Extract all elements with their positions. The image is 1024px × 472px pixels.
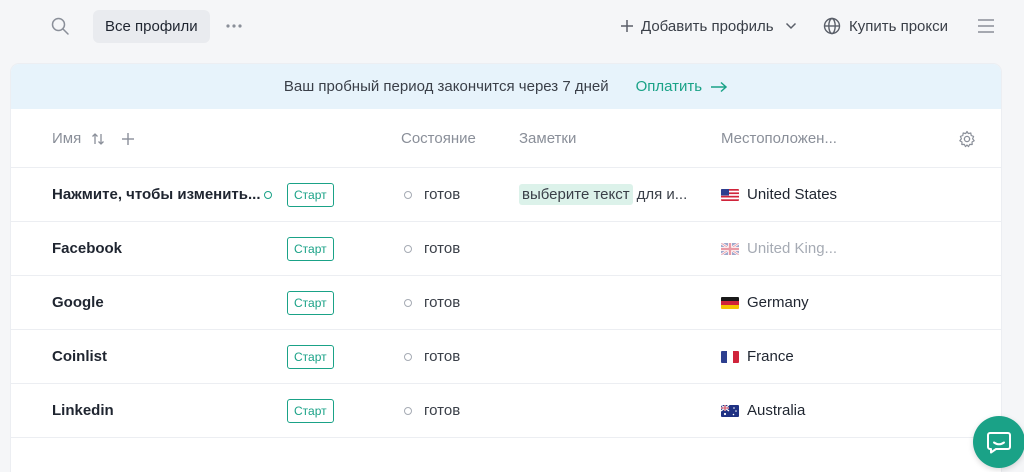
de-flag-icon [721,296,739,309]
buy-proxy-button[interactable]: Купить прокси [823,14,948,38]
start-button[interactable]: Старт [287,398,334,423]
table-row[interactable]: Coinlist Старт готов France [11,330,1001,384]
plus-icon [621,20,633,32]
profile-state: готов [404,384,460,437]
add-profile-button[interactable]: Добавить профиль [620,14,797,38]
profile-location[interactable]: Germany [721,276,809,329]
status-dot [404,244,412,253]
uk-flag-icon [721,242,739,255]
profile-state: готов [404,168,460,221]
fr-flag-icon [721,350,739,363]
profile-name[interactable]: Coinlist [52,330,262,383]
profile-location[interactable]: France [721,330,794,383]
sort-icon[interactable] [91,132,105,146]
profile-name[interactable]: Google [52,276,262,329]
table-row[interactable]: Linkedin Старт готов Australia [11,384,1001,438]
support-chat-button[interactable] [973,416,1024,468]
profile-state: готов [404,330,460,383]
location-label: United States [747,186,838,203]
start-button[interactable]: Старт [287,182,334,207]
arrow-right-icon [711,81,728,92]
header-location[interactable]: Местоположен... [721,109,837,168]
chat-icon [987,432,1011,454]
table-row[interactable]: Google Старт готов Germany [11,276,1001,330]
chevron-down-icon[interactable] [785,22,797,30]
trial-banner-text: Ваш пробный период закончится через 7 дн… [283,78,609,95]
status-dot [404,190,412,199]
table-header: Имя Состояние Заметки Местоположен... [11,109,1001,168]
trial-banner: Ваш пробный период закончится через 7 дн… [11,64,1001,109]
search-icon[interactable] [48,14,72,38]
more-icon[interactable] [222,14,246,38]
all-profiles-tab[interactable]: Все профили [93,10,210,43]
note-text: для и... [636,186,688,203]
us-flag-icon [721,188,739,201]
buy-proxy-label: Купить прокси [849,17,949,35]
start-button[interactable]: Старт [287,236,334,261]
location-label: Australia [747,402,806,419]
profile-name[interactable]: Facebook [52,222,262,275]
profile-name[interactable]: Linkedin [52,384,262,437]
status-dot [404,406,412,415]
location-label: France [747,348,794,365]
start-button[interactable]: Старт [287,290,334,315]
profiles-card: Ваш пробный период закончится через 7 дн… [11,64,1001,472]
note-highlight: выберите текст [519,184,633,205]
au-flag-icon [721,404,739,417]
gear-icon[interactable] [957,109,977,168]
status-dot [404,298,412,307]
profile-name[interactable]: Нажмите, чтобы изменить... [52,168,262,221]
profile-location[interactable]: United King... [721,222,837,275]
plus-icon[interactable] [121,132,135,146]
header-state[interactable]: Состояние [401,109,476,168]
profile-location[interactable]: United States [721,168,837,221]
top-toolbar: Все профили Добавить профиль Купить прок… [0,0,1024,52]
profile-state: готов [404,222,460,275]
location-label: Germany [747,294,809,311]
state-label: готов [424,294,461,311]
pay-link[interactable]: Оплатить [636,78,729,95]
state-label: готов [424,240,461,257]
location-label: United King... [747,240,838,257]
pay-link-label: Оплатить [635,78,703,95]
profile-notes[interactable]: выберите текст для и... [519,168,687,221]
header-name-label: Имя [52,130,82,147]
state-label: готов [424,402,461,419]
table-row[interactable]: Facebook Старт готов United King... [11,222,1001,276]
status-dot [404,352,412,361]
profile-state: готов [404,276,460,329]
menu-icon[interactable] [974,14,998,38]
header-notes[interactable]: Заметки [519,109,576,168]
state-label: готов [424,348,461,365]
state-label: готов [424,186,461,203]
globe-icon [823,17,841,35]
start-button[interactable]: Старт [287,344,334,369]
table-row[interactable]: Нажмите, чтобы изменить... Старт готов в… [11,168,1001,222]
profile-location[interactable]: Australia [721,384,805,437]
header-name[interactable]: Имя [52,109,135,168]
add-profile-label: Добавить профиль [641,17,774,35]
edit-indicator [264,168,272,221]
